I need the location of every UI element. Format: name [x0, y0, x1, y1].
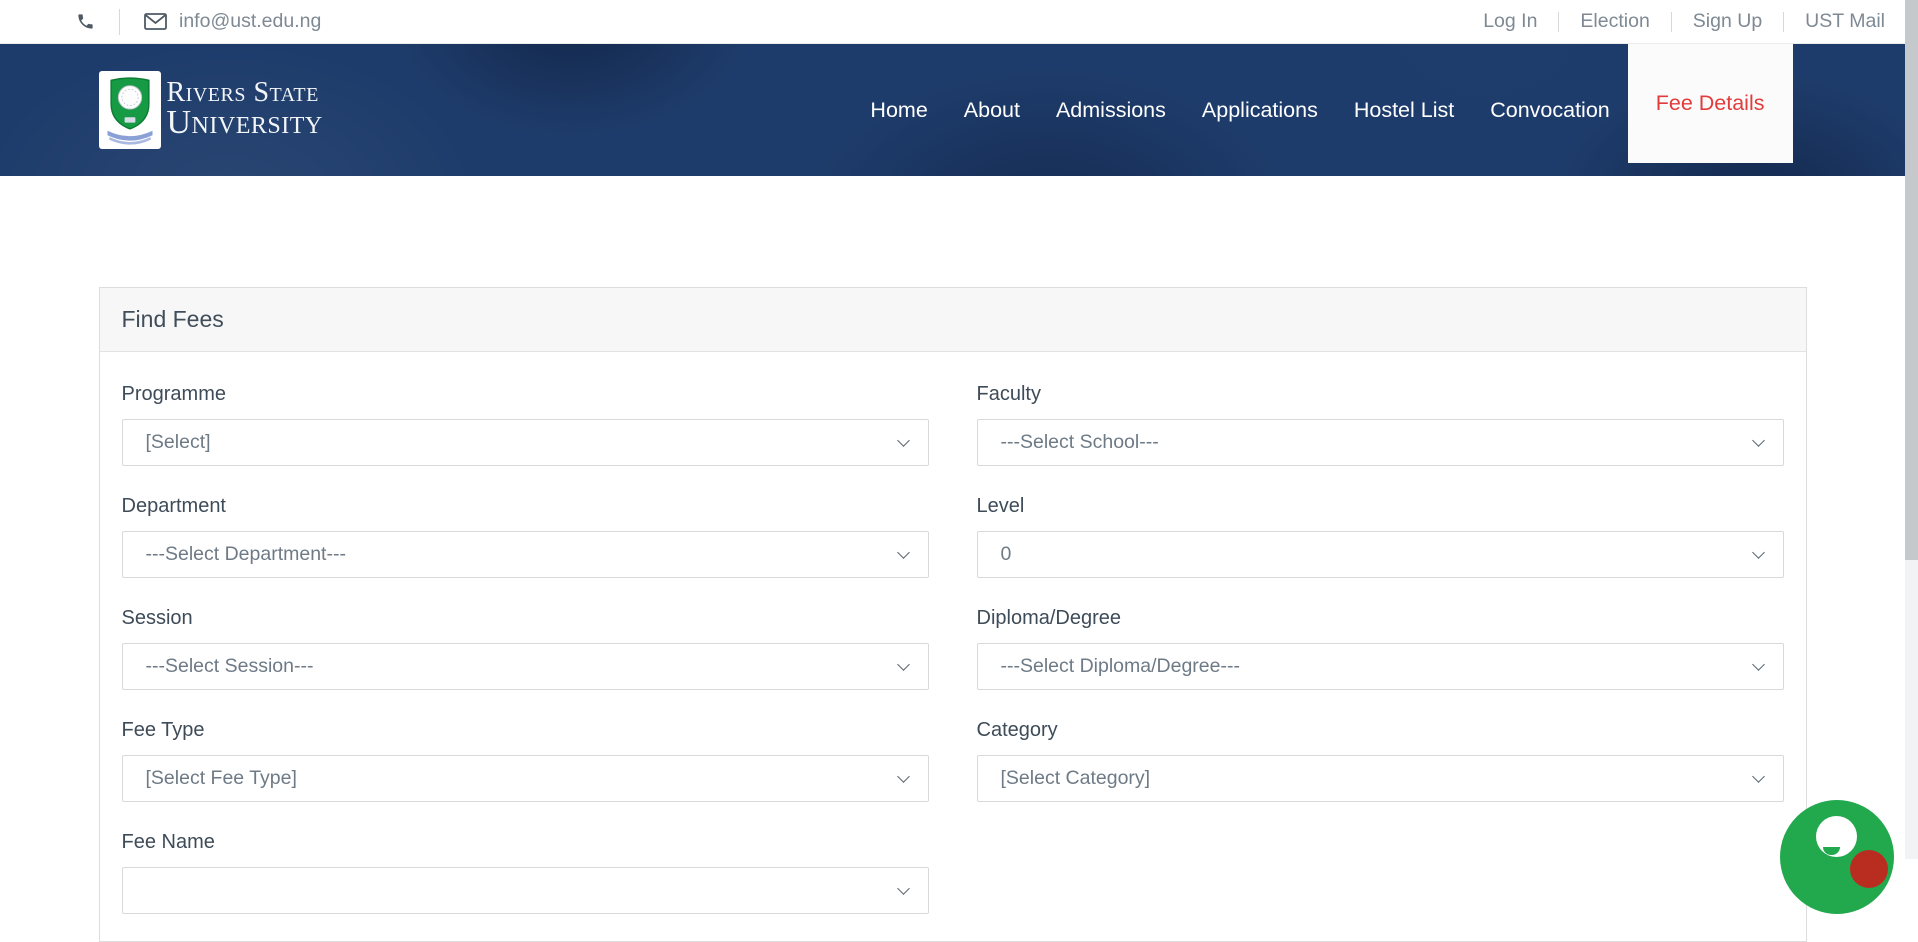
category-label: Category	[977, 717, 1784, 743]
diploma-degree-field: Diploma/Degree ---Select Diploma/Degree-…	[977, 605, 1784, 690]
session-select[interactable]: ---Select Session---	[122, 643, 929, 690]
faculty-select-value: ---Select School---	[1001, 431, 1159, 454]
session-select-value: ---Select Session---	[146, 655, 314, 678]
find-fees-form: Programme [Select] Faculty ---Select Sch…	[100, 352, 1806, 941]
programme-label: Programme	[122, 381, 929, 407]
nav-applications[interactable]: Applications	[1184, 98, 1336, 123]
fee-name-select[interactable]	[122, 867, 929, 914]
find-fees-panel: Find Fees Programme [Select] Faculty ---…	[99, 287, 1807, 942]
nav-home[interactable]: Home	[852, 98, 945, 123]
diploma-degree-label: Diploma/Degree	[977, 605, 1784, 631]
topbar-divider	[119, 9, 120, 35]
main-content: Find Fees Programme [Select] Faculty ---…	[0, 287, 1905, 942]
topbar-separator	[1558, 12, 1559, 32]
category-select-value: [Select Category]	[1001, 767, 1151, 790]
diploma-degree-select-value: ---Select Diploma/Degree---	[1001, 655, 1240, 678]
category-select[interactable]: [Select Category]	[977, 755, 1784, 802]
election-link[interactable]: Election	[1580, 10, 1649, 33]
programme-select[interactable]: [Select]	[122, 419, 929, 466]
topbar-separator	[1783, 12, 1784, 32]
department-select-value: ---Select Department---	[146, 543, 346, 566]
fee-type-field: Fee Type [Select Fee Type]	[122, 717, 929, 802]
brand-name: Rivers State University	[167, 79, 323, 140]
chevron-down-icon	[897, 546, 910, 559]
main-navbar: Rivers State University Home About Admis…	[0, 44, 1905, 176]
faculty-label: Faculty	[977, 381, 1784, 407]
scrollbar-thumb[interactable]	[1905, 0, 1918, 560]
phone-icon	[76, 12, 95, 31]
brand-line2: University	[167, 106, 323, 141]
programme-field: Programme [Select]	[122, 381, 929, 466]
department-field: Department ---Select Department---	[122, 493, 929, 578]
chevron-down-icon	[1752, 770, 1765, 783]
topbar-links: Log In Election Sign Up UST Mail	[1483, 10, 1885, 33]
chat-notification-badge	[1850, 850, 1888, 888]
topbar-contact: info@ust.edu.ng	[76, 9, 321, 35]
level-select[interactable]: 0	[977, 531, 1784, 578]
chevron-down-icon	[897, 658, 910, 671]
session-label: Session	[122, 605, 929, 631]
vertical-scrollbar[interactable]	[1905, 0, 1918, 859]
page: info@ust.edu.ng Log In Election Sign Up …	[0, 0, 1905, 859]
email-link[interactable]: info@ust.edu.ng	[179, 10, 321, 33]
session-field: Session ---Select Session---	[122, 605, 929, 690]
nav-about[interactable]: About	[946, 98, 1038, 123]
brand-logo[interactable]: Rivers State University	[99, 71, 323, 149]
fee-name-label: Fee Name	[122, 829, 929, 855]
fee-type-select-value: [Select Fee Type]	[146, 767, 297, 790]
faculty-field: Faculty ---Select School---	[977, 381, 1784, 466]
department-select[interactable]: ---Select Department---	[122, 531, 929, 578]
chevron-down-icon	[897, 770, 910, 783]
mail-icon	[144, 13, 167, 30]
programme-select-value: [Select]	[146, 431, 211, 454]
nav-admissions[interactable]: Admissions	[1038, 98, 1184, 123]
level-select-value: 0	[1001, 543, 1012, 566]
diploma-degree-select[interactable]: ---Select Diploma/Degree---	[977, 643, 1784, 690]
fee-type-label: Fee Type	[122, 717, 929, 743]
chevron-down-icon	[1752, 434, 1765, 447]
ust-mail-link[interactable]: UST Mail	[1805, 10, 1885, 33]
fee-name-field: Fee Name	[122, 829, 929, 914]
fee-type-select[interactable]: [Select Fee Type]	[122, 755, 929, 802]
main-nav: Home About Admissions Applications Hoste…	[852, 44, 1792, 176]
faculty-select[interactable]: ---Select School---	[977, 419, 1784, 466]
login-link[interactable]: Log In	[1483, 10, 1537, 33]
nav-convocation[interactable]: Convocation	[1472, 98, 1628, 123]
panel-title: Find Fees	[100, 288, 1806, 352]
level-field: Level 0	[977, 493, 1784, 578]
level-label: Level	[977, 493, 1784, 519]
nav-hostel-list[interactable]: Hostel List	[1336, 98, 1472, 123]
topbar: info@ust.edu.ng Log In Election Sign Up …	[0, 0, 1905, 44]
chevron-down-icon	[897, 882, 910, 895]
signup-link[interactable]: Sign Up	[1693, 10, 1762, 33]
nav-fee-details[interactable]: Fee Details	[1628, 44, 1793, 163]
chevron-down-icon	[1752, 546, 1765, 559]
topbar-separator	[1671, 12, 1672, 32]
chat-widget[interactable]	[1780, 800, 1894, 914]
category-field: Category [Select Category]	[977, 717, 1784, 802]
university-crest-icon	[99, 71, 161, 149]
chevron-down-icon	[1752, 658, 1765, 671]
department-label: Department	[122, 493, 929, 519]
chevron-down-icon	[897, 434, 910, 447]
